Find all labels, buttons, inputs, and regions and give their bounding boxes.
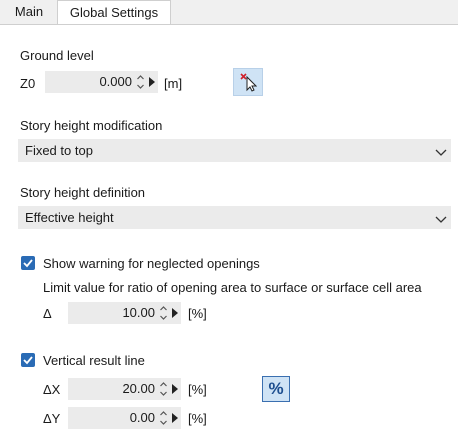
- story-height-modification-heading: Story height modification: [20, 118, 163, 133]
- spin-right-arrow-icon[interactable]: [170, 307, 180, 319]
- delta-x-spinbox[interactable]: 20.00: [68, 378, 181, 400]
- story-height-definition-value: Effective height: [25, 210, 114, 225]
- ground-level-heading: Ground level: [20, 48, 94, 63]
- story-height-definition-dropdown[interactable]: Effective height: [18, 206, 451, 229]
- z0-label: Z0: [20, 76, 36, 91]
- delta-y-unit: [%]: [188, 411, 207, 426]
- delta-x-unit: [%]: [188, 382, 207, 397]
- spin-right-arrow-icon[interactable]: [170, 383, 180, 395]
- spin-updown-icon[interactable]: [136, 73, 145, 91]
- delta-x-label: ΔX: [43, 382, 61, 397]
- delta-y-spinbox[interactable]: 0.00: [68, 407, 181, 429]
- spin-right-arrow-icon[interactable]: [170, 412, 180, 424]
- vertical-result-line-checkbox[interactable]: [21, 353, 35, 367]
- ground-level-spinbox[interactable]: 0.000: [45, 71, 158, 93]
- opening-limit-spinbox[interactable]: 10.00: [68, 302, 181, 324]
- story-height-modification-value: Fixed to top: [25, 143, 93, 158]
- show-warning-checkbox[interactable]: [21, 256, 35, 270]
- delta-label: Δ: [43, 306, 52, 321]
- story-height-definition-heading: Story height definition: [20, 185, 146, 200]
- spin-updown-icon[interactable]: [159, 409, 168, 427]
- spin-updown-icon[interactable]: [159, 304, 168, 322]
- ground-level-value[interactable]: 0.000: [99, 71, 132, 93]
- story-height-modification-dropdown[interactable]: Fixed to top: [18, 139, 451, 162]
- pick-cursor-icon: [239, 72, 258, 95]
- ground-level-unit: [m]: [164, 76, 183, 91]
- chevron-down-icon: [435, 212, 447, 223]
- show-warning-label[interactable]: Show warning for neglected openings: [43, 256, 260, 271]
- opening-limit-unit: [%]: [188, 306, 207, 321]
- chevron-down-icon: [435, 145, 447, 156]
- spin-right-arrow-icon[interactable]: [147, 76, 157, 88]
- limit-value-text: Limit value for ratio of opening area to…: [43, 280, 422, 295]
- tab-main[interactable]: Main: [2, 0, 56, 24]
- delta-x-value[interactable]: 20.00: [122, 378, 155, 400]
- vertical-result-line-label[interactable]: Vertical result line: [43, 353, 145, 368]
- delta-y-label: ΔY: [43, 411, 61, 426]
- tab-global-settings[interactable]: Global Settings: [57, 0, 171, 26]
- opening-limit-value[interactable]: 10.00: [122, 302, 155, 324]
- delta-y-value[interactable]: 0.00: [130, 407, 155, 429]
- tab-bar: Main Global Settings: [0, 0, 458, 26]
- percent-toggle-button[interactable]: %: [262, 376, 290, 402]
- pick-in-graphics-button[interactable]: [233, 68, 263, 96]
- spin-updown-icon[interactable]: [159, 380, 168, 398]
